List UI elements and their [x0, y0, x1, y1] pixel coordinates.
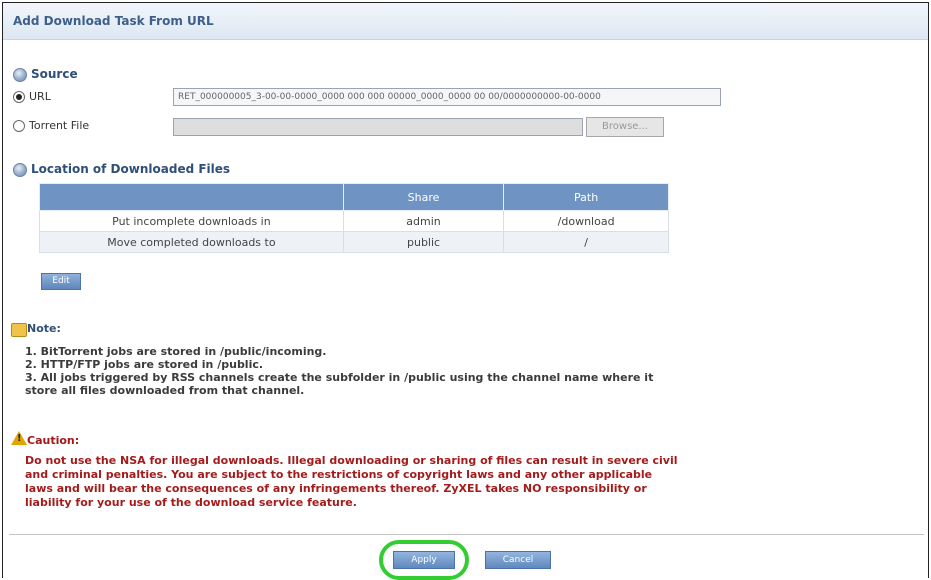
cancel-button[interactable]: Cancel: [485, 551, 551, 569]
dialog: Add Download Task From URL Source URL RE…: [2, 2, 930, 580]
table-row: Move completed downloads to public /: [39, 231, 669, 253]
title-bar: Add Download Task From URL: [3, 3, 928, 40]
torrent-file-input[interactable]: [173, 118, 583, 136]
note-line: 3. All jobs triggered by RSS channels cr…: [25, 371, 654, 384]
row-label: Move completed downloads to: [39, 231, 344, 253]
edit-button[interactable]: Edit: [41, 273, 81, 290]
caution-line: liability for your use of the download s…: [25, 496, 357, 509]
caution-line: Do not use the NSA for illegal downloads…: [25, 454, 678, 467]
row-share: public: [342, 231, 505, 253]
divider: [9, 534, 924, 535]
browse-button[interactable]: Browse...: [586, 117, 664, 137]
torrent-label: Torrent File: [29, 119, 90, 132]
caution-title: Caution:: [27, 434, 80, 447]
table-row: Put incomplete downloads in admin /downl…: [39, 210, 669, 232]
row-path: /: [503, 231, 669, 253]
caution-text: Do not use the NSA for illegal downloads…: [25, 454, 930, 510]
note-title: Note:: [27, 322, 61, 335]
url-input[interactable]: RET_000000005_3-00-00-0000_0000 000 000 …: [173, 88, 721, 106]
location-heading: Location of Downloaded Files: [31, 162, 231, 176]
torrent-radio[interactable]: [13, 120, 25, 132]
url-label: URL: [29, 90, 51, 103]
row-share: admin: [342, 210, 505, 232]
column-header-share[interactable]: Share: [342, 183, 505, 211]
row-label: Put incomplete downloads in: [39, 210, 344, 232]
note-line: 2. HTTP/FTP jobs are stored in /public.: [25, 358, 264, 371]
caution-line: and criminal penalties. You are subject …: [25, 468, 653, 481]
note-icon: [11, 323, 27, 337]
apply-highlight-ring: [379, 540, 469, 580]
caution-line: laws and will bear the consequences of a…: [25, 482, 647, 495]
location-table: Share Path Put incomplete downloads in a…: [39, 183, 669, 253]
dialog-title: Add Download Task From URL: [13, 14, 214, 28]
source-heading: Source: [31, 67, 78, 81]
location-section-icon: [13, 163, 27, 177]
table-header-row: Share Path: [39, 183, 669, 211]
note-text: 1. BitTorrent jobs are stored in /public…: [25, 345, 915, 397]
row-path: /download: [503, 210, 669, 232]
url-radio[interactable]: [13, 91, 25, 103]
column-header-path[interactable]: Path: [503, 183, 669, 211]
column-header-blank: [39, 183, 344, 211]
warning-icon: [11, 431, 27, 445]
source-section-icon: [13, 68, 27, 82]
note-line: store all files downloaded from that cha…: [25, 384, 305, 397]
note-line: 1. BitTorrent jobs are stored in /public…: [25, 345, 327, 358]
